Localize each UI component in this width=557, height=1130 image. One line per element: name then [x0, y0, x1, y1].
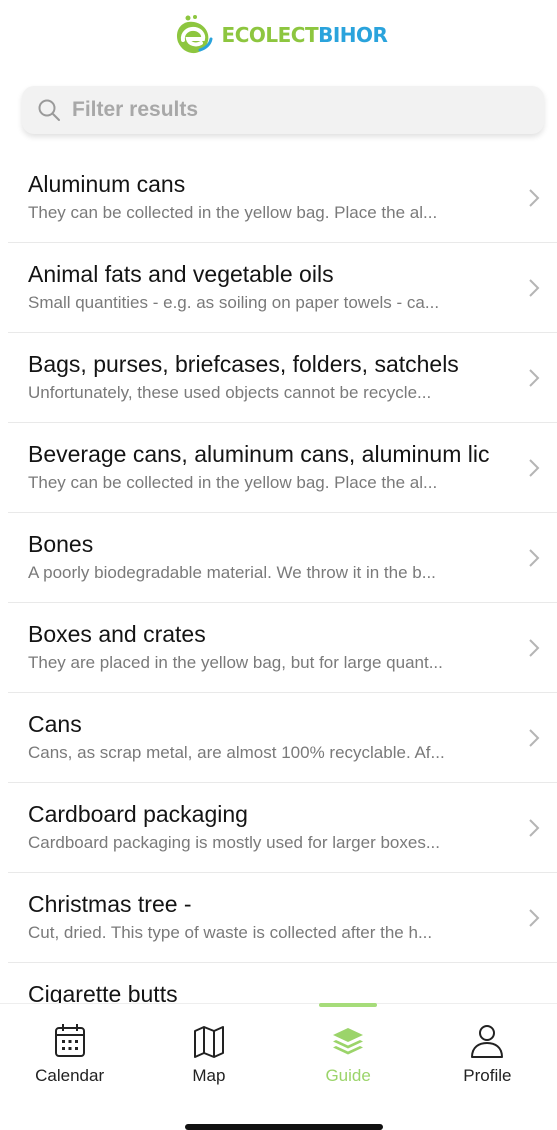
tab-label: Calendar: [35, 1066, 105, 1085]
tab-label: Guide: [325, 1066, 371, 1085]
app-logo: ECOLECTBIHOR: [170, 12, 388, 58]
list-item[interactable]: Cans Cans, as scrap metal, are almost 10…: [8, 693, 557, 783]
item-title: Aluminum cans: [28, 171, 186, 197]
list-item[interactable]: Christmas tree - Cut, dried. This type o…: [8, 873, 557, 963]
layers-icon: [333, 1028, 364, 1055]
tab-profile[interactable]: Profile: [418, 1004, 557, 1099]
leaf-e-logo-icon: [176, 15, 213, 54]
item-title: Bags, purses, briefcases, folders, satch…: [28, 351, 459, 377]
item-description: They are placed in the yellow bag, but f…: [28, 653, 443, 672]
active-tab-indicator: [319, 1003, 378, 1007]
chevron-right-icon: [529, 549, 540, 567]
item-title: Animal fats and vegetable oils: [28, 261, 334, 287]
item-description: They can be collected in the yellow bag.…: [28, 203, 438, 222]
tab-label: Profile: [463, 1066, 512, 1085]
search-bar[interactable]: [22, 86, 544, 134]
chevron-right-icon: [529, 189, 540, 207]
chevron-right-icon: [529, 369, 540, 387]
search-input[interactable]: [70, 97, 514, 123]
logo-text-bihor: BIHOR: [318, 23, 388, 47]
item-description: Cut, dried. This type of waste is collec…: [28, 923, 433, 942]
item-title: Cardboard packaging: [28, 801, 248, 827]
item-description: A poorly biodegradable material. We thro…: [28, 563, 436, 582]
list-item[interactable]: Bones A poorly biodegradable material. W…: [8, 513, 557, 603]
guide-list[interactable]: Aluminum cans They can be collected in t…: [0, 153, 557, 1003]
list-item[interactable]: Aluminum cans They can be collected in t…: [8, 153, 557, 243]
item-description: Cans, as scrap metal, are almost 100% re…: [28, 743, 445, 762]
item-title: Bones: [28, 531, 94, 557]
bottom-tab-bar: Calendar Map Guide Profile: [0, 1003, 557, 1099]
list-item[interactable]: Cardboard packaging Cardboard packaging …: [8, 783, 557, 873]
item-title: Cans: [28, 711, 82, 737]
list-item[interactable]: Bags, purses, briefcases, folders, satch…: [8, 333, 557, 423]
app-header: ECOLECTBIHOR: [0, 0, 557, 70]
item-description: Small quantities - e.g. as soiling on pa…: [28, 293, 440, 312]
item-title: Beverage cans, aluminum cans, aluminum l…: [28, 441, 490, 467]
user-icon: [471, 1025, 504, 1058]
search-icon: [38, 99, 60, 121]
logo-text-ecolect: ECOLECT: [221, 23, 319, 47]
home-indicator: [185, 1124, 383, 1130]
chevron-right-icon: [529, 639, 540, 657]
chevron-right-icon: [529, 729, 540, 747]
list-item[interactable]: Boxes and crates They are placed in the …: [8, 603, 557, 693]
item-description: Cardboard packaging is mostly used for l…: [28, 833, 440, 852]
list-item[interactable]: Animal fats and vegetable oils Small qua…: [8, 243, 557, 333]
chevron-right-icon: [529, 279, 540, 297]
item-title: Christmas tree -: [28, 891, 192, 917]
calendar-icon: [54, 1024, 85, 1057]
logo-wordmark: ECOLECTBIHOR: [222, 23, 388, 47]
map-icon: [193, 1026, 224, 1058]
chevron-right-icon: [529, 459, 540, 477]
tab-guide[interactable]: Guide: [279, 1003, 418, 1099]
item-title: Boxes and crates: [28, 621, 206, 647]
list-item[interactable]: Cigarette butts: [8, 963, 557, 1003]
chevron-right-icon: [529, 819, 540, 837]
item-description: They can be collected in the yellow bag.…: [28, 473, 438, 492]
item-description: Unfortunately, these used objects cannot…: [28, 383, 432, 402]
list-item[interactable]: Beverage cans, aluminum cans, aluminum l…: [8, 423, 557, 513]
tab-calendar[interactable]: Calendar: [0, 1004, 139, 1099]
tab-label: Map: [192, 1066, 226, 1085]
item-title: Cigarette butts: [28, 981, 178, 1003]
tab-map[interactable]: Map: [139, 1004, 278, 1099]
chevron-right-icon: [529, 909, 540, 927]
